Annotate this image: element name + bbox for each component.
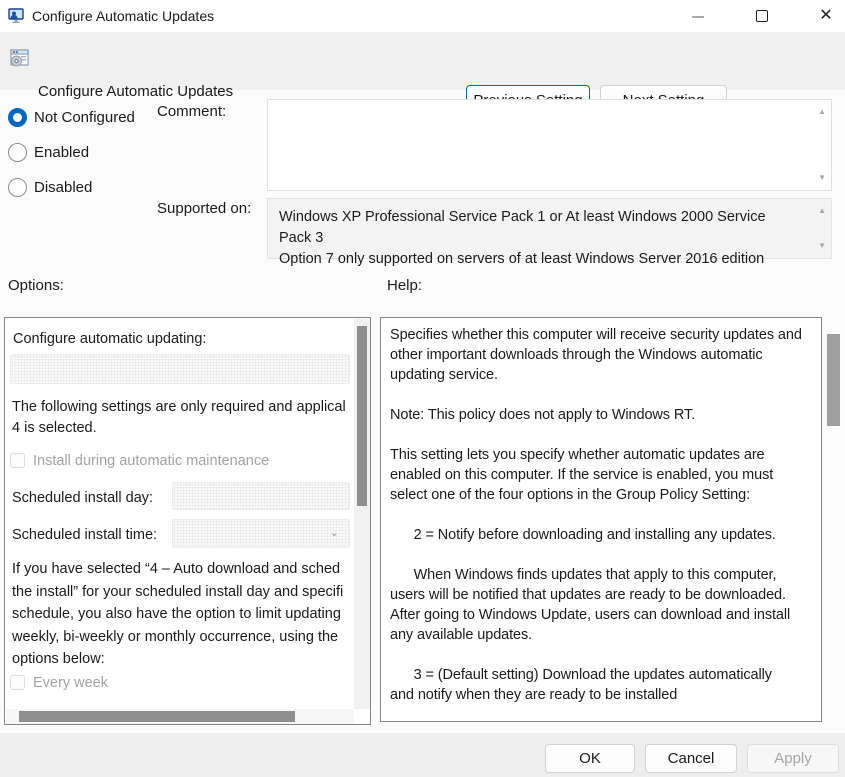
- maximize-icon[interactable]: [756, 10, 768, 22]
- supported-on-text: Windows XP Professional Service Pack 1 o…: [279, 207, 799, 270]
- setting-title: Configure Automatic Updates: [38, 83, 233, 100]
- radio-not-configured-label[interactable]: Not Configured: [34, 109, 135, 126]
- help-panel: Specifies whether this computer will rec…: [380, 317, 822, 722]
- radio-enabled-label[interactable]: Enabled: [34, 144, 89, 161]
- help-vertical-scrollbar-thumb[interactable]: [827, 334, 840, 426]
- group-policy-app-icon: [8, 8, 24, 24]
- minimize-icon[interactable]: [692, 16, 704, 18]
- supported-on-label: Supported on:: [157, 200, 251, 217]
- configure-updating-label: Configure automatic updating:: [13, 329, 206, 350]
- help-text: Specifies whether this computer will rec…: [390, 325, 814, 705]
- options-vertical-scrollbar-thumb[interactable]: [357, 326, 367, 506]
- title-bar: Configure Automatic Updates ✕: [0, 0, 845, 32]
- apply-button[interactable]: Apply: [747, 744, 839, 773]
- scheduled-time-label: Scheduled install time:: [12, 525, 157, 546]
- radio-not-configured[interactable]: [8, 108, 27, 127]
- every-week-label[interactable]: Every week: [33, 673, 108, 694]
- scroll-up-icon[interactable]: ▲: [818, 108, 826, 116]
- radio-enabled[interactable]: [8, 143, 27, 162]
- install-maintenance-label[interactable]: Install during automatic maintenance: [33, 451, 269, 472]
- options-panel: Configure automatic updating: The follow…: [4, 317, 371, 725]
- configure-automatic-updates-dialog: Configure Automatic Updates ✕ Configure …: [0, 0, 845, 777]
- ok-button[interactable]: OK: [545, 744, 635, 773]
- comment-textarea[interactable]: [269, 101, 809, 189]
- policy-setting-icon: [10, 49, 29, 68]
- radio-disabled[interactable]: [8, 178, 27, 197]
- help-label: Help:: [387, 277, 422, 294]
- options-horizontal-scrollbar-thumb[interactable]: [19, 711, 295, 722]
- header-band: Configure Automatic Updates Previous Set…: [0, 32, 845, 90]
- scroll-down-icon[interactable]: ▼: [818, 174, 826, 182]
- comment-label: Comment:: [157, 103, 226, 120]
- cancel-button[interactable]: Cancel: [645, 744, 737, 773]
- radio-disabled-label[interactable]: Disabled: [34, 179, 92, 196]
- scheduled-time-select[interactable]: ⌄: [172, 519, 350, 548]
- scroll-down-icon[interactable]: ▼: [818, 242, 826, 250]
- install-maintenance-checkbox[interactable]: [10, 453, 25, 468]
- scroll-up-icon[interactable]: ▲: [818, 207, 826, 215]
- schedule-note: If you have selected “4 – Auto download …: [12, 558, 343, 671]
- scheduled-day-label: Scheduled install day:: [12, 488, 153, 509]
- supported-on-box: Windows XP Professional Service Pack 1 o…: [267, 198, 832, 259]
- configure-updating-select[interactable]: [10, 354, 350, 384]
- scheduled-day-select[interactable]: [172, 482, 350, 510]
- every-week-checkbox[interactable]: [10, 675, 25, 690]
- close-icon[interactable]: ✕: [810, 0, 842, 32]
- options-label: Options:: [8, 277, 64, 294]
- chevron-down-icon: ⌄: [330, 526, 339, 539]
- comment-box: ▲ ▼: [267, 99, 832, 191]
- options-note: The following settings are only required…: [12, 397, 346, 439]
- window-title: Configure Automatic Updates: [32, 0, 214, 32]
